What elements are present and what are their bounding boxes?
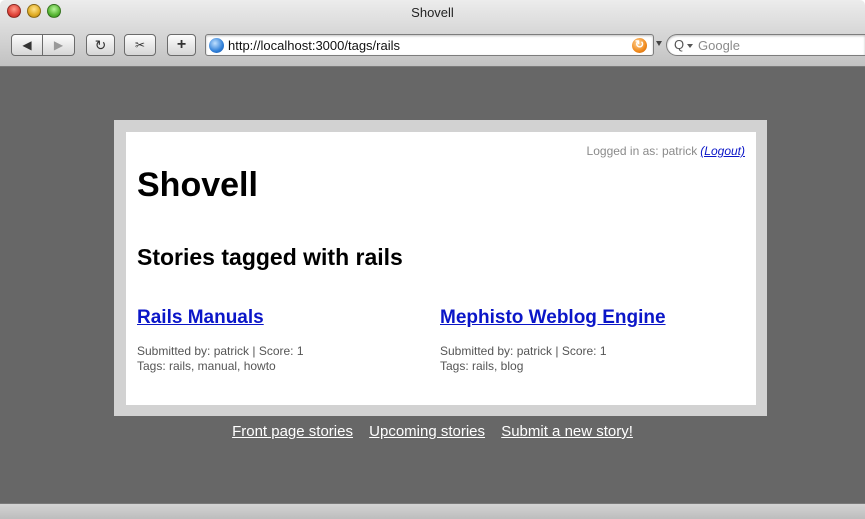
search-menu-icon[interactable] (687, 44, 693, 48)
story-tags: Tags: rails, blog (440, 359, 524, 373)
story-item: Mephisto Weblog Engine Submitted by: pat… (440, 307, 740, 374)
page-viewport: Logged in as: patrick (Logout) Shovell St… (0, 67, 865, 503)
story-item: Rails Manuals Submitted by: patrick | Sc… (137, 307, 437, 374)
back-button[interactable]: ◀ (11, 34, 43, 56)
login-status: Logged in as: patrick (Logout) (587, 144, 745, 158)
scissors-icon: ✂ (134, 38, 146, 52)
address-bar[interactable]: http://localhost:3000/tags/rails ↻ (205, 34, 654, 56)
back-arrow-icon: ◀ (22, 38, 32, 52)
plus-icon: + (176, 36, 187, 53)
address-text[interactable]: http://localhost:3000/tags/rails (228, 38, 400, 53)
search-icon[interactable]: Q (674, 37, 684, 52)
rss-icon[interactable]: ↻ (632, 38, 647, 53)
footer-nav: Front page stories Upcoming stories Subm… (0, 423, 865, 440)
globe-icon (209, 38, 224, 53)
forward-button[interactable]: ▶ (43, 34, 75, 56)
submit-story-link[interactable]: Submit a new story! (501, 423, 633, 440)
front-page-link[interactable]: Front page stories (232, 423, 353, 440)
story-meta: Submitted by: patrick | Score: 1 Tags: r… (137, 344, 437, 374)
status-bar (0, 503, 865, 519)
reload-button[interactable]: ↻ (86, 34, 115, 56)
site-title: Shovell (137, 166, 258, 204)
add-bookmark-button[interactable]: + (167, 34, 196, 56)
search-field[interactable]: Q Google (666, 34, 865, 56)
story-title-link[interactable]: Rails Manuals (137, 307, 437, 329)
browser-window: Shovell ◀ ▶ ↻ ✂ + http://localhost:3000/… (0, 0, 865, 519)
story-tags: Tags: rails, manual, howto (137, 359, 276, 373)
title-bar: Shovell ◀ ▶ ↻ ✂ + http://localhost:3000/… (0, 0, 865, 67)
snapback-button[interactable]: ✂ (124, 34, 156, 56)
login-text: Logged in as: patrick (586, 144, 698, 158)
story-submitted: Submitted by: patrick | Score: 1 (137, 344, 304, 358)
story-title-link[interactable]: Mephisto Weblog Engine (440, 307, 740, 329)
logout-link[interactable]: (Logout) (700, 144, 745, 158)
forward-arrow-icon: ▶ (53, 38, 64, 52)
content-panel: Logged in as: patrick (Logout) Shovell St… (126, 132, 756, 405)
search-placeholder: Google (698, 38, 740, 53)
window-title: Shovell (411, 5, 454, 20)
story-submitted: Submitted by: patrick | Score: 1 (440, 344, 607, 358)
page-heading: Stories tagged with rails (137, 244, 403, 270)
address-dropdown-icon[interactable] (656, 41, 662, 46)
story-meta: Submitted by: patrick | Score: 1 Tags: r… (440, 344, 740, 374)
reload-icon: ↻ (94, 36, 107, 53)
upcoming-stories-link[interactable]: Upcoming stories (369, 423, 485, 440)
